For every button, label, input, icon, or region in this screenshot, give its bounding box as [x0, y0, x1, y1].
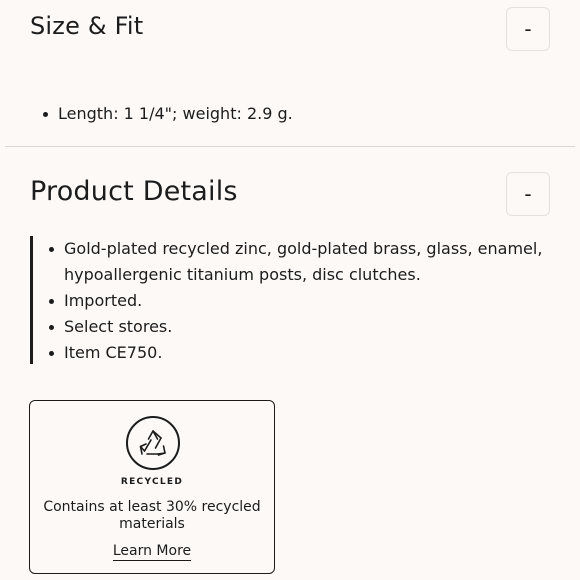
- product-details-title: Product Details: [30, 176, 238, 207]
- product-details-item: Select stores.: [40, 314, 550, 340]
- size-fit-list: Length: 1 1/4"; weight: 2.9 g.: [34, 101, 554, 127]
- recycled-description: Contains at least 30% recycled materials: [43, 499, 261, 532]
- recycled-badge-label: RECYCLED: [120, 477, 184, 487]
- learn-more-link[interactable]: Learn More: [112, 543, 192, 561]
- details-accent-bar: [30, 236, 33, 364]
- size-fit-item: Length: 1 1/4"; weight: 2.9 g.: [34, 101, 554, 127]
- product-details-collapse-button[interactable]: -: [506, 172, 550, 216]
- size-fit-title: Size & Fit: [30, 12, 144, 40]
- size-fit-collapse-button[interactable]: -: [506, 7, 550, 51]
- section-divider: [5, 146, 575, 147]
- product-details-list: Gold-plated recycled zinc, gold-plated b…: [40, 236, 550, 366]
- product-details-item: Imported.: [40, 288, 550, 314]
- recycle-icon: [126, 416, 180, 470]
- product-details-item: Item CE750.: [40, 340, 550, 366]
- recycled-materials-card: RECYCLED Contains at least 30% recycled …: [29, 400, 275, 574]
- product-details-item: Gold-plated recycled zinc, gold-plated b…: [40, 236, 550, 288]
- learn-more-row: Learn More: [30, 543, 274, 561]
